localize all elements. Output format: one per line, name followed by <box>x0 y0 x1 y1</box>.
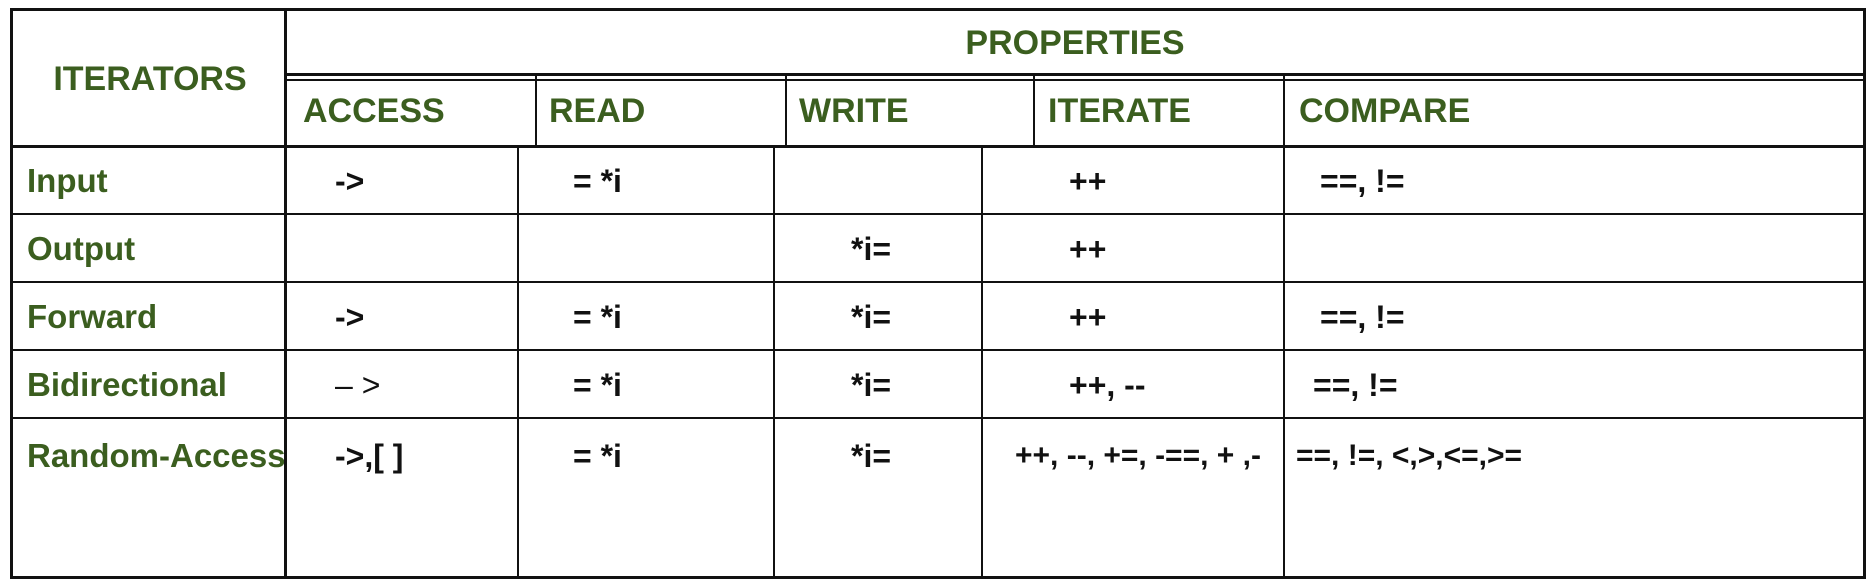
cell-output-read <box>573 215 773 283</box>
header-properties-label: PROPERTIES <box>965 23 1185 62</box>
cell-value: ==, !=, <,>,<=,>= <box>1296 439 1523 472</box>
divider-body-access-read <box>517 147 519 576</box>
divider-properties-double <box>287 79 1863 81</box>
cell-value: = *i <box>573 298 622 335</box>
header-iterators: ITERATORS <box>13 11 287 147</box>
cell-value: ++, --, +=, -==, + ,- <box>1015 439 1261 472</box>
header-access-label: ACCESS <box>303 91 445 130</box>
cell-value: -> <box>335 162 365 199</box>
cell-value: ++, -- <box>1069 366 1146 403</box>
cell-value: ++ <box>1069 230 1107 267</box>
header-iterate-label: ITERATE <box>1048 91 1191 130</box>
divider-properties-top <box>287 73 1863 76</box>
divider-header-write-iterate <box>1033 73 1035 147</box>
row-label-input: Input <box>13 147 287 215</box>
divider-header-iterate-compare <box>1283 73 1285 147</box>
cell-output-iterate: ++ <box>1069 215 1289 283</box>
cell-bidirectional-iterate: ++, -- <box>1069 351 1289 419</box>
cell-value: *i= <box>851 298 892 335</box>
cell-value: *i= <box>851 366 892 403</box>
cell-random-access-write: *i= <box>851 419 991 493</box>
cell-input-read: = *i <box>573 147 773 215</box>
cell-forward-iterate: ++ <box>1069 283 1289 351</box>
header-write-label: WRITE <box>799 91 909 130</box>
cell-value: – > <box>335 366 381 403</box>
divider-body-read-write <box>773 147 775 576</box>
divider-row-1 <box>13 213 1863 215</box>
divider-body-write-iterate <box>981 147 983 576</box>
row-label-random-access: Random-Access <box>13 419 287 493</box>
cell-value: *i= <box>851 437 892 474</box>
cell-forward-write: *i= <box>851 283 991 351</box>
header-iterate: ITERATE <box>1048 75 1288 147</box>
row-name: Input <box>27 162 108 199</box>
header-iterators-label: ITERATORS <box>53 59 247 98</box>
cell-bidirectional-write: *i= <box>851 351 991 419</box>
divider-body-iterate-compare <box>1283 147 1285 576</box>
cell-bidirectional-access: – > <box>335 351 515 419</box>
cell-value: ==, != <box>1313 366 1398 403</box>
iterator-properties-table: ITERATORS PROPERTIES ACCESS READ WRITE I… <box>10 8 1866 579</box>
row-label-output: Output <box>13 215 287 283</box>
cell-output-write: *i= <box>851 215 991 283</box>
cell-value: = *i <box>573 437 622 474</box>
cell-random-access-iterate: ++, --, +=, -==, + ,- <box>1015 419 1305 493</box>
header-properties: PROPERTIES <box>287 11 1863 75</box>
divider-row-2 <box>13 281 1863 283</box>
divider-iterators-column <box>284 11 287 576</box>
header-compare: COMPARE <box>1299 75 1559 147</box>
cell-value: -> <box>335 298 365 335</box>
cell-input-iterate: ++ <box>1069 147 1289 215</box>
cell-forward-compare: ==, != <box>1320 283 1580 351</box>
cell-forward-access: -> <box>335 283 515 351</box>
cell-value: ==, != <box>1320 162 1405 199</box>
divider-header-read-write <box>785 73 787 147</box>
cell-value: *i= <box>851 230 892 267</box>
row-name: Bidirectional <box>27 366 227 403</box>
cell-output-compare <box>1320 215 1580 283</box>
header-write: WRITE <box>799 75 1039 147</box>
cell-random-access-compare: ==, !=, <,>,<=,>= <box>1296 419 1596 493</box>
cell-value: ->,[ ] <box>335 437 404 474</box>
header-access: ACCESS <box>303 75 543 147</box>
header-read: READ <box>549 75 789 147</box>
cell-value: ++ <box>1069 298 1107 335</box>
row-label-bidirectional: Bidirectional <box>13 351 287 419</box>
cell-bidirectional-compare: ==, != <box>1313 351 1573 419</box>
cell-value: = *i <box>573 162 622 199</box>
cell-random-access-read: = *i <box>573 419 773 493</box>
cell-value: ++ <box>1069 162 1107 199</box>
cell-bidirectional-read: = *i <box>573 351 773 419</box>
row-name: Random-Access <box>27 437 286 474</box>
header-read-label: READ <box>549 91 646 130</box>
divider-row-4 <box>13 417 1863 419</box>
divider-row-3 <box>13 349 1863 351</box>
cell-input-access: -> <box>335 147 515 215</box>
row-name: Output <box>27 230 136 267</box>
cell-output-access <box>335 215 515 283</box>
cell-input-write <box>851 147 991 215</box>
cell-input-compare: ==, != <box>1320 147 1580 215</box>
header-compare-label: COMPARE <box>1299 91 1471 130</box>
row-name: Forward <box>27 298 158 335</box>
divider-header-access-read <box>535 73 537 147</box>
cell-forward-read: = *i <box>573 283 773 351</box>
cell-random-access-access: ->,[ ] <box>335 419 515 493</box>
row-label-forward: Forward <box>13 283 287 351</box>
cell-value: ==, != <box>1320 298 1405 335</box>
cell-value: = *i <box>573 366 622 403</box>
divider-header-body <box>13 145 1863 148</box>
